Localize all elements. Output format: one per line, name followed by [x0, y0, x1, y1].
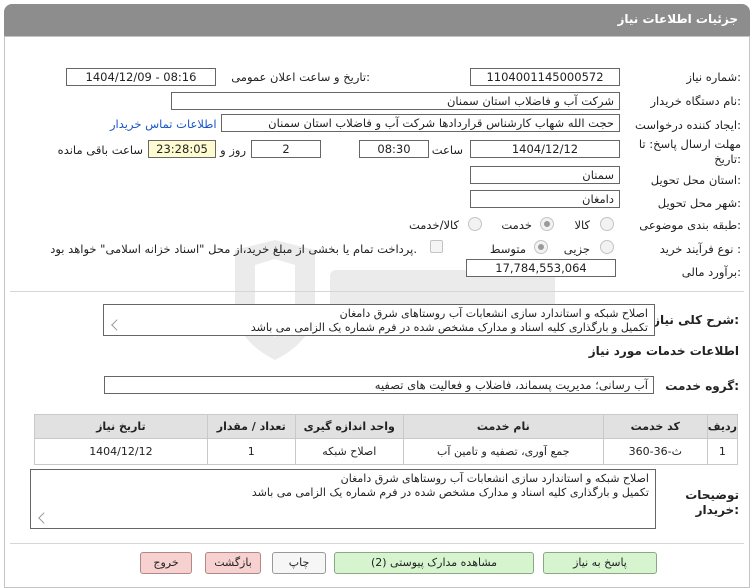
- summary-line-2: تکمیل و بارگذاری کلیه اسناد و مدارک مشخص…: [250, 321, 648, 334]
- radio-goods[interactable]: [600, 217, 614, 231]
- deadline-date-field: 1404/12/12: [470, 140, 620, 158]
- buyer-notes-line-2: تکمیل و بارگذاری کلیه اسناد و مدارک مشخص…: [251, 486, 649, 499]
- budget-field: 17,784,553,064: [466, 259, 616, 277]
- time-remaining-label: ساعت باقی مانده: [57, 143, 143, 157]
- th-quantity: تعداد / مقدار: [206, 414, 296, 439]
- cell-service-code: ث-36-360: [602, 438, 708, 465]
- th-row: ردیف: [706, 414, 739, 439]
- radio-goods-label: کالا: [574, 218, 590, 232]
- th-unit: واحد اندازه گیری: [294, 414, 404, 439]
- page-title: جزئیات اطلاعات نیاز: [617, 12, 738, 26]
- page-header: جزئیات اطلاعات نیاز: [4, 4, 750, 36]
- service-group-label: گروه خدمت:: [665, 379, 739, 393]
- cell-quantity: 1: [206, 438, 296, 465]
- deadline-label-date: تاریخ:: [714, 152, 741, 166]
- cell-service-name: جمع آوری، تصفیه و تامین آب: [402, 438, 604, 465]
- divider: [10, 291, 744, 292]
- days-label: روز و: [220, 143, 246, 157]
- summary-line-1: اصلاح شبکه و استاندارد سازی انشعابات آب …: [339, 307, 648, 320]
- buyer-notes-label-1: توضیحات: [685, 488, 739, 502]
- services-table: ردیف کد خدمت نام خدمت واحد اندازه گیری ت…: [34, 414, 739, 465]
- city-label: شهر محل تحویل:: [657, 196, 741, 210]
- time-remaining-field: 23:28:05: [148, 140, 216, 158]
- budget-label: برآورد مالی:: [681, 265, 741, 279]
- buyer-org-label: نام دستگاه خریدار:: [650, 94, 741, 108]
- deadline-time-label: ساعت: [431, 143, 463, 157]
- cell-row: 1: [706, 438, 739, 465]
- divider: [10, 543, 744, 544]
- radio-goods-service-label: کالا/خدمت: [408, 218, 459, 232]
- table-header-row: ردیف کد خدمت نام خدمت واحد اندازه گیری ت…: [34, 414, 739, 439]
- city-field: دامغان: [470, 190, 620, 208]
- th-service-name: نام خدمت: [402, 414, 604, 439]
- resize-handle-icon[interactable]: [38, 512, 50, 524]
- buyer-notes-label-2: خریدار:: [695, 503, 739, 517]
- summary-textarea[interactable]: اصلاح شبکه و استاندارد سازی انشعابات آب …: [103, 304, 655, 336]
- process-label: نوع فرآیند خرید :: [659, 242, 741, 256]
- reply-button[interactable]: پاسخ به نیاز: [543, 552, 657, 574]
- treasury-payment-note: پرداخت تمام یا بخشی از مبلغ خرید،از محل …: [50, 242, 417, 256]
- th-need-date: تاریخ نیاز: [34, 414, 208, 439]
- print-button[interactable]: چاپ: [272, 552, 326, 574]
- radio-service-label: خدمت: [501, 218, 532, 232]
- buyer-notes-line-1: اصلاح شبکه و استاندارد سازی انشعابات آب …: [340, 472, 649, 485]
- announce-date-field: 1404/12/09 - 08:16: [66, 68, 216, 86]
- announce-date-label: تاریخ و ساعت اعلان عمومی:: [231, 70, 370, 84]
- need-number-label: شماره نیاز:: [686, 70, 741, 84]
- deadline-time-field: 08:30: [359, 140, 429, 158]
- view-attachments-button[interactable]: مشاهده مدارک پیوستی (2): [334, 552, 534, 574]
- category-label: طبقه بندی موضوعی:: [639, 218, 741, 232]
- province-field: سمنان: [470, 166, 620, 184]
- summary-label: شرح کلی نیاز:: [653, 313, 739, 327]
- radio-process-medium-label: متوسط: [489, 242, 526, 256]
- deadline-label: مهلت ارسال پاسخ: تا: [638, 137, 741, 151]
- buyer-notes-textarea[interactable]: اصلاح شبکه و استاندارد سازی انشعابات آب …: [30, 469, 656, 529]
- buyer-contact-link[interactable]: اطلاعات تماس خریدار: [110, 117, 217, 131]
- radio-process-partial[interactable]: [600, 240, 614, 254]
- province-label: استان محل تحویل:: [650, 173, 741, 187]
- cell-need-date: 1404/12/12: [34, 438, 208, 465]
- buyer-org-field: شرکت آب و فاضلاب استان سمنان: [171, 92, 620, 110]
- back-button[interactable]: بازگشت: [205, 552, 261, 574]
- cell-unit: اصلاح شبکه: [294, 438, 404, 465]
- treasury-payment-checkbox[interactable]: [430, 240, 443, 253]
- radio-goods-service[interactable]: [468, 217, 482, 231]
- radio-service[interactable]: [540, 217, 554, 231]
- radio-process-partial-label: جزیی: [563, 242, 590, 256]
- service-group-field: آب رسانی؛ مدیریت پسماند، فاضلاب و فعالیت…: [104, 376, 654, 394]
- creator-field: حجت الله شهاب کارشناس قراردادها شرکت آب …: [221, 114, 620, 132]
- creator-label: ایجاد کننده درخواست:: [635, 118, 741, 132]
- need-number-field: 1104001145000572: [470, 68, 620, 86]
- table-row: 1 ث-36-360 جمع آوری، تصفیه و تامین آب اص…: [34, 438, 739, 465]
- days-remaining-field: 2: [251, 140, 321, 158]
- radio-process-medium[interactable]: [534, 240, 548, 254]
- exit-button[interactable]: خروج: [140, 552, 192, 574]
- services-section-title: اطلاعات خدمات مورد نیاز: [588, 344, 739, 358]
- th-service-code: کد خدمت: [602, 414, 708, 439]
